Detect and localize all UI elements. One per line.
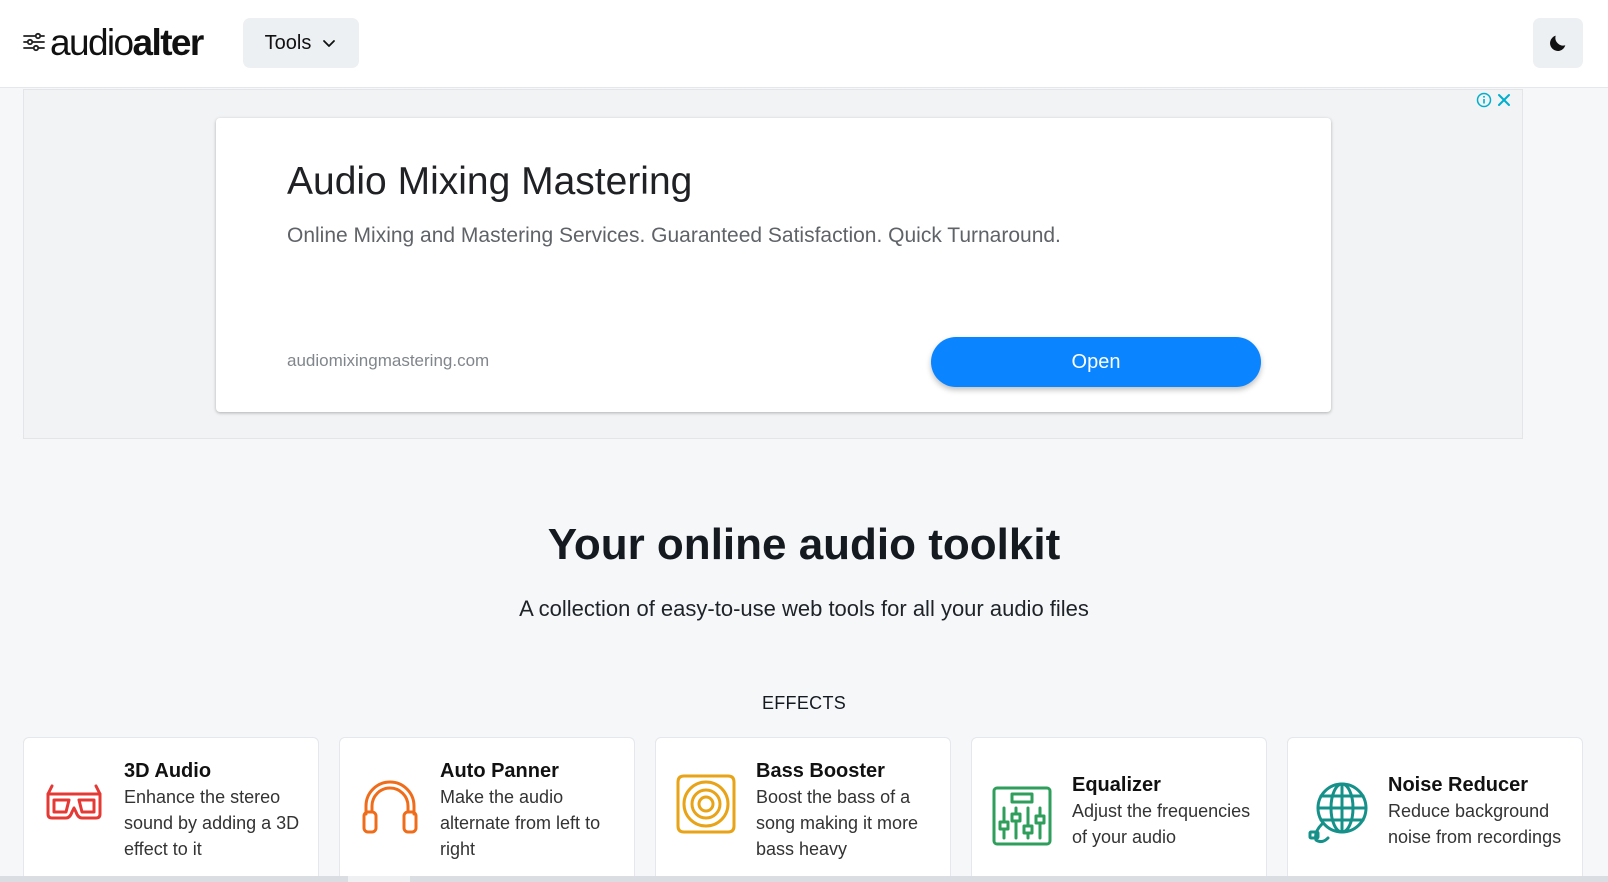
horizontal-scrollbar[interactable]: [0, 876, 1608, 882]
advertisement: Audio Mixing Mastering Online Mixing and…: [23, 89, 1523, 439]
headphones-icon: [362, 780, 418, 834]
logo-text: audioalter: [50, 21, 205, 63]
ad-description: Online Mixing and Mastering Services. Gu…: [287, 224, 1061, 247]
scrollbar-thumb[interactable]: [348, 876, 410, 882]
sliders-icon: [23, 32, 45, 52]
tools-dropdown-button[interactable]: Tools: [243, 18, 359, 68]
ad-info-icon[interactable]: [1476, 92, 1492, 108]
ad-controls: [1476, 92, 1512, 108]
ad-card[interactable]: Audio Mixing Mastering Online Mixing and…: [216, 118, 1331, 412]
ad-url[interactable]: audiomixingmastering.com: [287, 351, 489, 371]
equalizer-icon: [992, 786, 1052, 846]
tool-card-bass-booster[interactable]: Bass Booster Boost the bass of a song ma…: [655, 737, 951, 882]
logo-text-bold: alter: [132, 21, 205, 63]
ad-title[interactable]: Audio Mixing Mastering: [287, 160, 692, 204]
tool-card-3d-audio[interactable]: 3D Audio Enhance the stereo sound by add…: [23, 737, 319, 882]
logo-text-light: audio: [50, 21, 134, 63]
tool-card-description: Enhance the stereo sound by adding a 3D …: [124, 787, 300, 859]
tool-card-title: Auto Panner: [440, 760, 559, 782]
tool-card-title: Equalizer: [1072, 774, 1161, 796]
tool-card-noise-reducer[interactable]: Noise Reducer Reduce background noise fr…: [1287, 737, 1583, 882]
site-header: audioalter Tools: [0, 0, 1608, 88]
moon-icon: [1550, 35, 1566, 51]
tool-card-description: Reduce background noise from recordings: [1388, 801, 1562, 847]
ad-open-button[interactable]: Open: [931, 337, 1261, 387]
page-subtitle: A collection of easy-to-use web tools fo…: [519, 596, 1089, 621]
tool-card-title: Noise Reducer: [1388, 774, 1529, 796]
globe-plug-icon: [1308, 782, 1368, 844]
chevron-down-icon: [323, 40, 336, 47]
logo[interactable]: audioalter: [22, 20, 205, 64]
tool-card-description: Adjust the frequencies of your audio: [1072, 801, 1251, 847]
page-title: Your online audio toolkit: [547, 520, 1061, 569]
speaker-icon: [676, 774, 736, 834]
dark-mode-toggle[interactable]: [1533, 18, 1583, 68]
tool-card-description: Boost the bass of a song making it more …: [756, 787, 919, 859]
section-heading-effects: EFFECTS: [761, 693, 847, 713]
tool-card-auto-panner[interactable]: Auto Panner Make the audio alternate fro…: [339, 737, 635, 882]
tool-card-equalizer[interactable]: Equalizer Adjust the frequencies of your…: [971, 737, 1267, 882]
tool-card-title: 3D Audio: [124, 760, 212, 782]
tools-label: Tools: [264, 31, 312, 54]
tool-card-description: Make the audio alternate from left to ri…: [440, 787, 601, 859]
3d-glasses-icon: [46, 784, 102, 820]
ad-close-icon[interactable]: [1496, 92, 1512, 108]
tool-card-title: Bass Booster: [756, 760, 885, 782]
